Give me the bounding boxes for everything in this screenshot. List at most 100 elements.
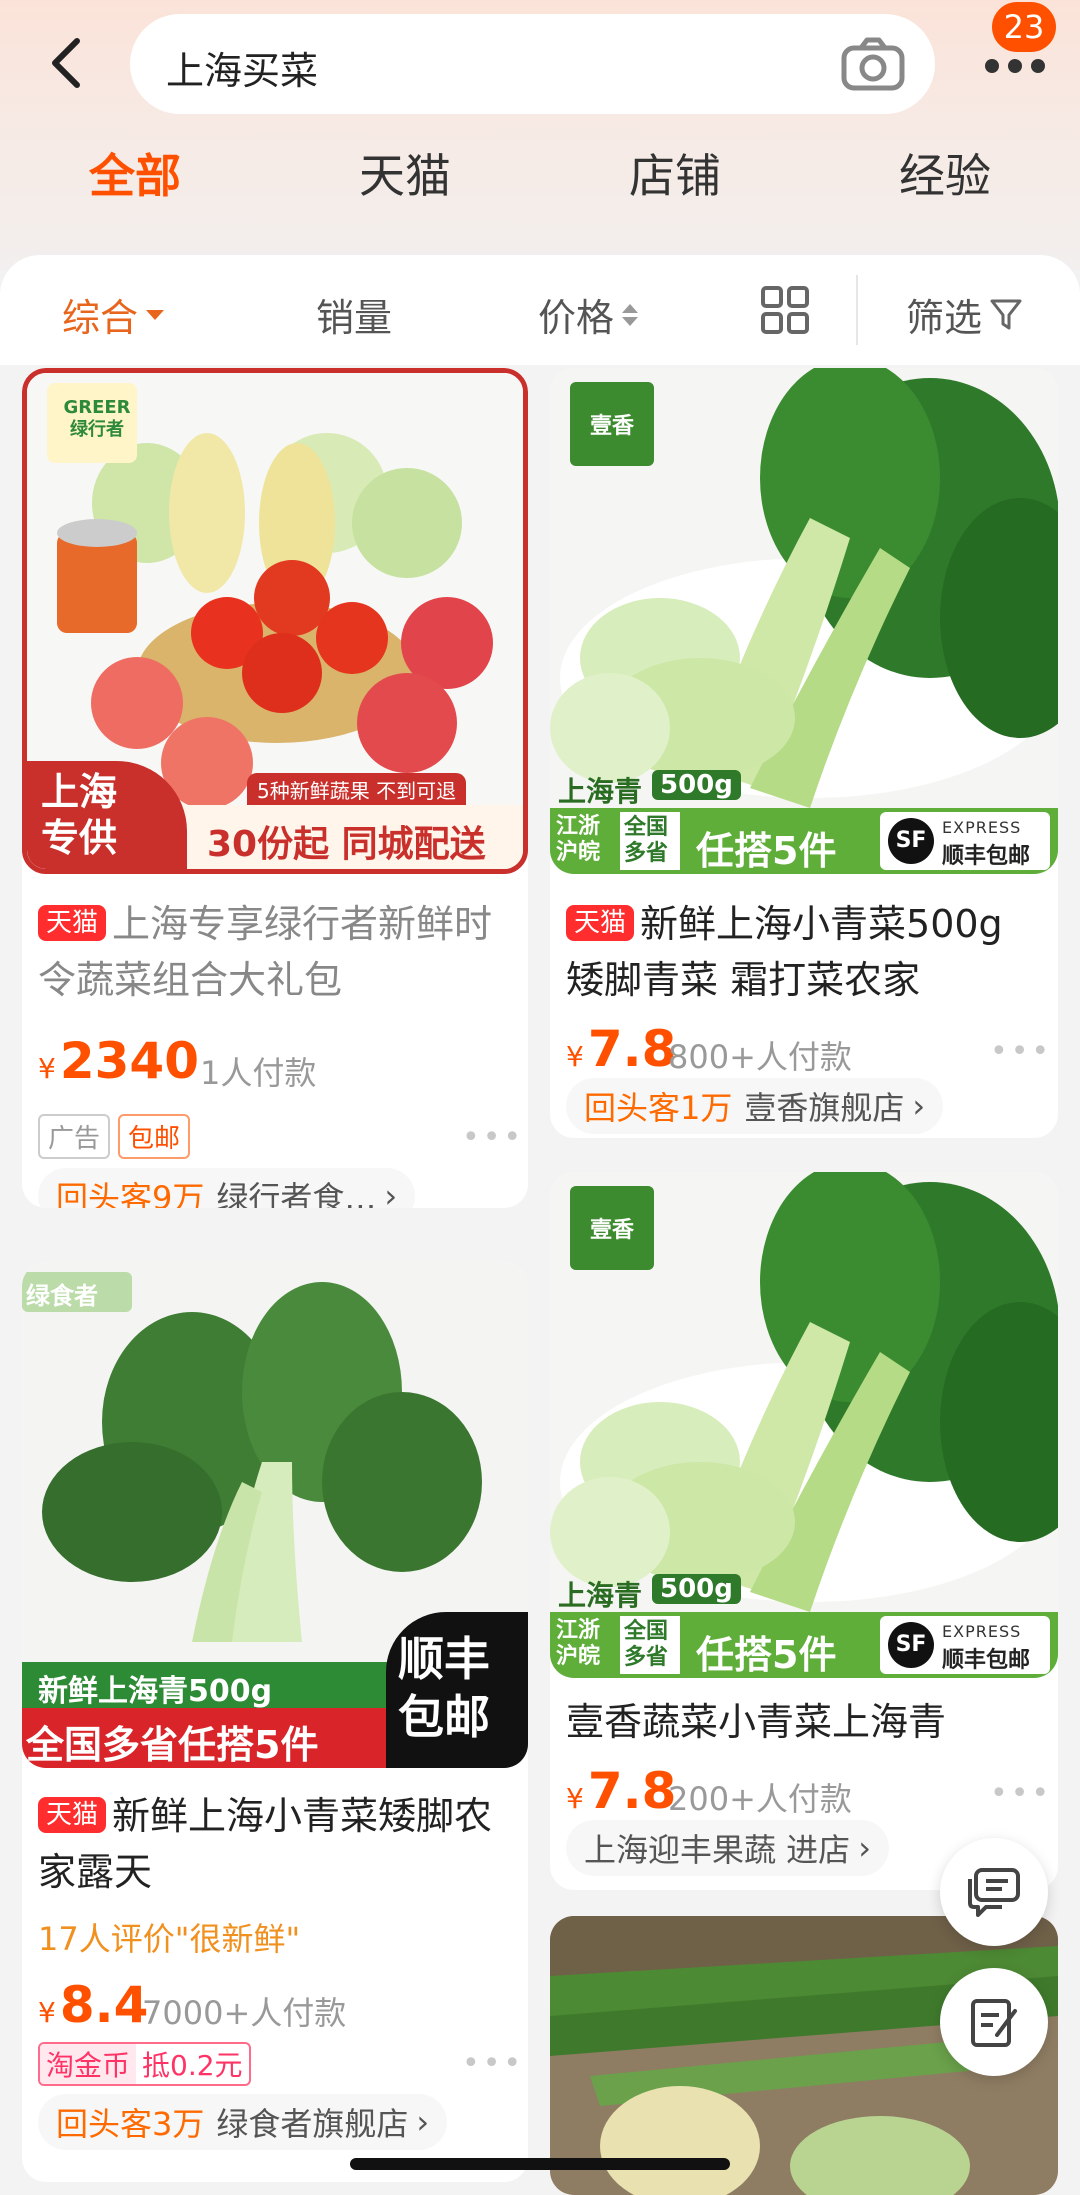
sort-price-label: 价格 bbox=[538, 296, 615, 340]
product-title-text: 上海专享绿行者新鲜时令蔬菜组合大礼包 bbox=[38, 902, 493, 1002]
shop-link[interactable]: 回头客9万 绿行者食… › bbox=[38, 1168, 416, 1208]
currency-symbol: ¥ bbox=[38, 1996, 56, 2029]
free-shipping-tag: 包邮 bbox=[118, 1114, 191, 1159]
product-card[interactable]: 壹香 上海青 500g 江浙 沪皖 全国 多省 任搭5件 SF EXPRESS … bbox=[550, 1172, 1058, 1890]
price-value: 7.8 bbox=[587, 1020, 677, 1078]
sf-free-shipping: 顺丰包邮 bbox=[942, 844, 1031, 869]
product-price: ¥ 7.8 bbox=[566, 1020, 676, 1078]
grid-icon bbox=[761, 286, 809, 334]
express-label: EXPRESS bbox=[942, 818, 1022, 837]
category-tabs: 全部 天猫 店铺 经验 bbox=[0, 140, 1080, 220]
sort-comprehensive[interactable]: 综合 bbox=[62, 287, 165, 342]
product-title: 壹香蔬菜小青菜上海青 bbox=[566, 1700, 947, 1744]
chevron-left-icon bbox=[52, 38, 80, 88]
image-ribbon: 30份起 同城配送 bbox=[207, 824, 486, 865]
tmall-badge: 天猫 bbox=[38, 905, 107, 941]
ad-tag: 广告 bbox=[38, 1114, 111, 1159]
tmall-badge: 天猫 bbox=[566, 905, 635, 941]
product-image[interactable]: 壹香 上海青 500g 江浙 沪皖 全国 多省 任搭5件 SF EXPRESS … bbox=[550, 368, 1058, 874]
image-label-row: 上海青 500g bbox=[550, 770, 1058, 808]
image-line-2: 全国多省任搭5件 bbox=[26, 1723, 319, 1767]
sort-divider bbox=[856, 275, 858, 345]
product-card[interactable]: 壹香 上海青 500g 江浙 沪皖 全国 多省 任搭5件 SF EXPRESS … bbox=[550, 368, 1058, 1138]
filter-label: 筛选 bbox=[906, 296, 983, 340]
shop-link[interactable]: 回头客3万 绿食者旗舰店 › bbox=[38, 2094, 448, 2150]
product-title-text: 新鲜上海小青菜矮脚农家露天 bbox=[38, 1794, 493, 1894]
brand-logo: 绿食者 bbox=[26, 1282, 98, 1310]
review-snippet: 17人评价"很新鲜" bbox=[38, 1920, 301, 1958]
customer-service-button[interactable] bbox=[940, 1838, 1048, 1946]
grid-view-toggle[interactable] bbox=[760, 285, 810, 339]
edit-note-icon bbox=[971, 1999, 1017, 2047]
chevron-right-icon: › bbox=[384, 1177, 398, 1208]
product-title: 天猫 新鲜上海小青菜500g 矮脚青菜 霜打菜农家 bbox=[566, 896, 1046, 1008]
price-value: 2340 bbox=[59, 1032, 199, 1090]
camera-icon[interactable] bbox=[841, 36, 905, 92]
image-region-1: 江浙 沪皖 bbox=[556, 814, 601, 865]
product-title: 天猫 上海专享绿行者新鲜时令蔬菜组合大礼包 bbox=[38, 896, 518, 1008]
chevron-right-icon: › bbox=[912, 1087, 926, 1125]
search-input[interactable]: 上海买菜 bbox=[166, 40, 318, 95]
image-label: 上海青 bbox=[558, 775, 643, 808]
price-value: 7.8 bbox=[587, 1762, 677, 1820]
product-card[interactable]: 绿食者 新鲜上海青500g 全国多省任搭5件 顺丰 包邮 天猫 新鲜上海小青菜矮脚… bbox=[22, 1262, 528, 2182]
product-title: 天猫 新鲜上海小青菜矮脚农家露天 bbox=[38, 1788, 518, 1900]
product-image[interactable]: 壹香 上海青 500g 江浙 沪皖 全国 多省 任搭5件 SF EXPRESS … bbox=[550, 1172, 1058, 1678]
back-button[interactable] bbox=[36, 30, 96, 96]
tab-all[interactable]: 全部 bbox=[89, 140, 181, 206]
more-options-icon[interactable]: ••• bbox=[990, 1034, 1052, 1069]
coin-discount-tag: 淘金币 抵0.2元 bbox=[38, 2042, 251, 2086]
image-note: 5种新鲜蔬果 不到可退 bbox=[247, 773, 467, 806]
shop-name: 绿食者旗舰店 bbox=[216, 2105, 409, 2143]
brand-logo: 壹香 bbox=[589, 1218, 634, 1243]
sales-count: 800+人付款 bbox=[668, 1038, 852, 1076]
brand-logo-cn: 绿行者 bbox=[70, 419, 124, 440]
product-card[interactable]: GREER 绿行者 5种新鲜蔬果 不到可退 30份起 同城配送 上海 专供 天猫… bbox=[22, 368, 528, 1208]
sf-free-shipping: 顺丰包邮 bbox=[942, 1648, 1031, 1673]
image-line-1: 新鲜上海青500g bbox=[38, 1674, 273, 1709]
image-corner-label: 顺丰 包邮 bbox=[386, 1612, 528, 1768]
coin-label: 淘金币 bbox=[40, 2044, 137, 2084]
chevron-right-icon: › bbox=[416, 2103, 430, 2141]
image-label: 上海青 bbox=[558, 1579, 643, 1612]
shop-link[interactable]: 上海迎丰果蔬 进店 › bbox=[566, 1820, 889, 1876]
brand-logo-en: GREER bbox=[63, 397, 131, 418]
product-price: ¥ 8.4 bbox=[38, 1976, 148, 2034]
sales-count: 7000+人付款 bbox=[142, 1994, 347, 2032]
sort-sales-label: 销量 bbox=[316, 296, 393, 340]
filter-button[interactable]: 筛选 bbox=[906, 287, 1022, 342]
product-price: ¥ 2340 bbox=[38, 1032, 199, 1090]
home-indicator[interactable] bbox=[350, 2158, 730, 2170]
more-options-icon[interactable]: ••• bbox=[462, 2046, 524, 2081]
image-label-row: 上海青 500g bbox=[550, 1574, 1058, 1612]
tab-experience[interactable]: 经验 bbox=[899, 140, 991, 206]
filter-icon bbox=[990, 299, 1022, 329]
sort-arrows-icon bbox=[622, 303, 639, 326]
price-value: 8.4 bbox=[59, 1976, 149, 2034]
search-bar[interactable]: 上海买菜 bbox=[130, 14, 935, 114]
product-image[interactable]: GREER 绿行者 5种新鲜蔬果 不到可退 30份起 同城配送 上海 专供 bbox=[22, 368, 528, 874]
currency-symbol: ¥ bbox=[566, 1040, 584, 1073]
shop-link[interactable]: 回头客1万 壹香旗舰店 › bbox=[566, 1078, 944, 1134]
more-options-icon[interactable]: ••• bbox=[990, 1776, 1052, 1811]
more-options-icon[interactable]: ••• bbox=[462, 1120, 524, 1155]
tab-tmall[interactable]: 天猫 bbox=[359, 140, 451, 206]
tmall-badge: 天猫 bbox=[38, 1797, 107, 1833]
feedback-button[interactable] bbox=[940, 1968, 1048, 2076]
coin-value: 抵0.2元 bbox=[142, 2049, 243, 2082]
repeat-customers: 回头客1万 bbox=[584, 1089, 733, 1127]
tab-stores[interactable]: 店铺 bbox=[629, 140, 721, 206]
repeat-customers: 回头客9万 bbox=[56, 1179, 205, 1208]
sort-sales[interactable]: 销量 bbox=[316, 287, 392, 342]
sf-logo-icon: SF bbox=[888, 1622, 934, 1668]
shop-name: 绿行者食… bbox=[216, 1179, 377, 1208]
image-weight: 500g bbox=[652, 770, 741, 800]
express-label: EXPRESS bbox=[942, 1622, 1022, 1641]
product-image[interactable]: 绿食者 新鲜上海青500g 全国多省任搭5件 顺丰 包邮 bbox=[22, 1262, 528, 1768]
sf-logo-icon: SF bbox=[888, 818, 934, 864]
caret-down-icon bbox=[146, 309, 165, 320]
sort-price[interactable]: 价格 bbox=[538, 287, 639, 342]
brand-logo: 壹香 bbox=[589, 414, 634, 439]
image-weight: 500g bbox=[652, 1574, 741, 1604]
image-region-1: 江浙 沪皖 bbox=[556, 1618, 601, 1669]
